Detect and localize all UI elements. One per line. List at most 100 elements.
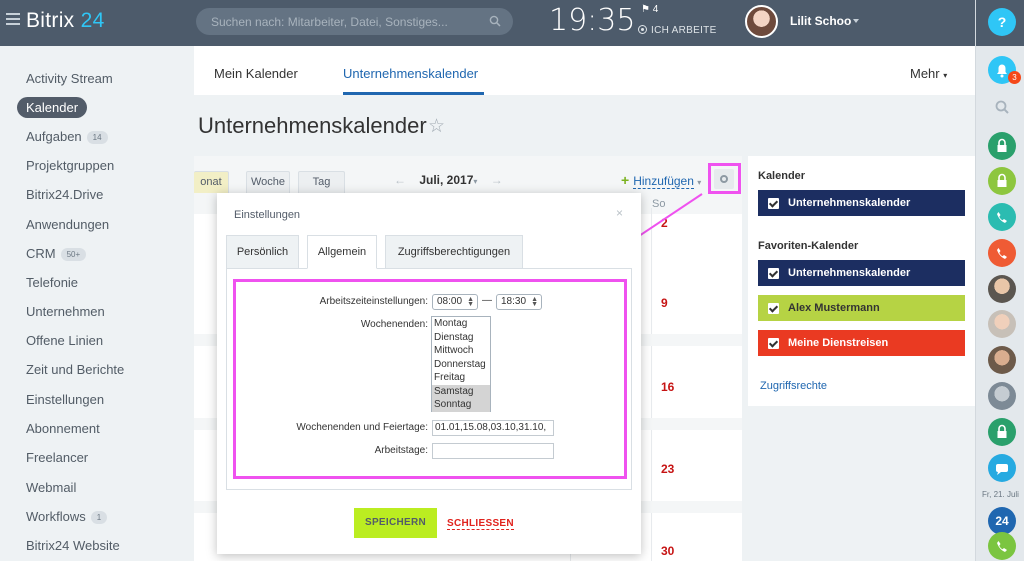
help-button[interactable]: ? — [988, 8, 1016, 36]
contact-avatar[interactable] — [988, 346, 1016, 374]
add-event-button[interactable]: + Hinzufügen ▾ — [621, 172, 701, 189]
holidays-label: Wochenenden und Feiertage: — [296, 422, 428, 433]
menu-item-webmail[interactable]: Webmail — [26, 480, 76, 495]
weekends-label: Wochenenden: — [360, 319, 428, 330]
add-label: Hinzufügen — [633, 174, 694, 189]
user-name[interactable]: Lilit Schoo — [790, 14, 851, 28]
menu-item-drive[interactable]: Bitrix24.Drive — [26, 187, 103, 202]
menu-item-anwendungen[interactable]: Anwendungen — [26, 217, 109, 232]
work-end-value: 18:30 — [501, 296, 527, 307]
chat-icon[interactable] — [988, 454, 1016, 482]
menu-item-offene-linien[interactable]: Offene Linien — [26, 333, 103, 348]
favorite-item-alex-mustermann[interactable]: Alex Mustermann — [758, 295, 965, 321]
work-end-select[interactable]: 18:30 ▲ ▼ — [496, 294, 542, 310]
checkbox[interactable] — [768, 198, 779, 209]
weekday-option[interactable]: Samstag — [432, 384, 490, 398]
checkbox[interactable] — [768, 338, 779, 349]
menu-item-telefonie[interactable]: Telefonie — [26, 275, 78, 290]
more-menu[interactable]: Mehr ▾ — [910, 66, 947, 81]
save-button[interactable]: SPEICHERN — [354, 508, 437, 538]
date-label: Fr, 21. Juli — [982, 490, 1019, 499]
menu-item-unternehmen[interactable]: Unternehmen — [26, 304, 105, 319]
settings-dialog: Einstellungen × Persönlich Allgemein Zug… — [217, 193, 641, 554]
menu-item-freelancer[interactable]: Freelancer — [26, 450, 88, 465]
menu-item-einstellungen[interactable]: Einstellungen — [26, 392, 104, 407]
dialog-tab-general[interactable]: Allgemein — [307, 235, 377, 269]
right-sidebar: ? 3 Fr, 21. Juli 24 — [975, 0, 1024, 561]
page-title: Unternehmenskalender — [198, 113, 427, 138]
lock-icon[interactable] — [988, 418, 1016, 446]
work-start-select[interactable]: 08:00 ▲ ▼ — [432, 294, 478, 310]
weekday-option[interactable]: Montag — [432, 317, 490, 331]
select-arrows-icon: ▲ ▼ — [531, 296, 538, 308]
contact-avatar[interactable] — [988, 382, 1016, 410]
current-month[interactable]: Juli, 2017 — [419, 173, 473, 187]
day-number[interactable]: 9 — [661, 296, 668, 310]
access-rights-link[interactable]: Zugriffsrechte — [760, 380, 827, 392]
weekday-option[interactable]: Mittwoch — [432, 344, 490, 358]
lock-icon[interactable] — [988, 167, 1016, 195]
menu-count-badge: 50+ — [60, 248, 87, 261]
search-input[interactable]: Suchen nach: Mitarbeiter, Datei, Sonstig… — [196, 8, 513, 35]
weekday-option[interactable]: Donnerstag — [432, 358, 490, 372]
menu-burger-icon[interactable] — [6, 13, 20, 25]
view-tab-month[interactable]: onat — [194, 171, 229, 193]
menu-item-projektgruppen[interactable]: Projektgruppen — [26, 158, 114, 173]
flag-count-value: 4 — [652, 4, 659, 15]
tab-my-calendar[interactable]: Mein Kalender — [214, 66, 298, 81]
user-avatar[interactable] — [745, 5, 778, 38]
workdays-input[interactable] — [432, 443, 554, 459]
calendar-item-unternehmenskalender[interactable]: Unternehmenskalender — [758, 190, 965, 216]
favorite-item-unternehmenskalender[interactable]: Unternehmenskalender — [758, 260, 965, 286]
day-number[interactable]: 2 — [661, 216, 668, 230]
dialog-tab-access[interactable]: Zugriffsberechtigungen — [385, 235, 523, 269]
dialog-tab-personal[interactable]: Persönlich — [226, 235, 299, 269]
clock[interactable]: 19:35 — [549, 3, 635, 38]
close-button[interactable]: SCHLIESSEN — [447, 518, 514, 530]
menu-item-zeit-berichte[interactable]: Zeit und Berichte — [26, 362, 124, 377]
logo-number: 24 — [80, 9, 105, 32]
menu-item-crm[interactable]: CRM 50+ — [26, 246, 87, 261]
phone-icon[interactable] — [988, 203, 1016, 231]
menu-item-aufgaben[interactable]: Aufgaben 14 — [26, 129, 108, 144]
work-time-label: Arbeitszeiteinstellungen: — [319, 296, 428, 307]
day-number[interactable]: 23 — [661, 462, 674, 476]
close-icon[interactable]: × — [616, 206, 623, 220]
menu-item-abonnement[interactable]: Abonnement — [26, 421, 100, 436]
star-icon[interactable]: ☆ — [428, 115, 445, 138]
prev-arrow-icon[interactable]: ← — [394, 173, 406, 187]
tab-company-calendar[interactable]: Unternehmenskalender — [343, 66, 478, 81]
menu-item-workflows[interactable]: Workflows 1 — [26, 509, 108, 524]
bitrix24-icon[interactable]: 24 — [988, 507, 1016, 535]
lock-icon[interactable] — [988, 132, 1016, 160]
call-icon[interactable] — [988, 532, 1016, 560]
holidays-input[interactable]: 01.01,15.08,03.10,31.10, — [432, 420, 554, 436]
weekday-option[interactable]: Dienstag — [432, 331, 490, 345]
contact-avatar[interactable] — [988, 275, 1016, 303]
menu-item-activity-stream[interactable]: Activity Stream — [26, 71, 113, 86]
view-tab-week[interactable]: Woche — [246, 171, 290, 193]
view-tab-day[interactable]: Tag — [298, 171, 345, 193]
logo-text: Bitrix — [26, 9, 75, 32]
search-icon[interactable] — [988, 93, 1016, 121]
weekday-option[interactable]: Freitag — [432, 371, 490, 385]
logo[interactable]: Bitrix 24 — [26, 9, 105, 33]
favorite-item-dienstreisen[interactable]: Meine Dienstreisen — [758, 330, 965, 356]
checkbox[interactable] — [768, 268, 779, 279]
day-number[interactable]: 16 — [661, 380, 674, 394]
weekends-listbox[interactable]: Montag Dienstag Mittwoch Donnerstag Frei… — [431, 316, 491, 412]
checkbox[interactable] — [768, 303, 779, 314]
chevron-down-icon[interactable] — [853, 19, 859, 23]
phone-icon[interactable] — [988, 239, 1016, 267]
help-area: ? — [976, 0, 1024, 46]
chevron-down-icon[interactable]: ▾ — [473, 177, 477, 186]
flag-count[interactable]: ⚑ 4 — [641, 4, 658, 15]
menu-item-website[interactable]: Bitrix24 Website — [26, 538, 120, 553]
day-number[interactable]: 30 — [661, 544, 674, 558]
weekday-option[interactable]: Sonntag — [432, 398, 490, 412]
contact-avatar[interactable] — [988, 310, 1016, 338]
menu-item-kalender[interactable]: Kalender — [17, 97, 88, 118]
next-arrow-icon[interactable]: → — [491, 173, 503, 187]
search-icon[interactable] — [489, 15, 501, 27]
work-status[interactable]: ICH ARBEITE — [638, 25, 717, 36]
